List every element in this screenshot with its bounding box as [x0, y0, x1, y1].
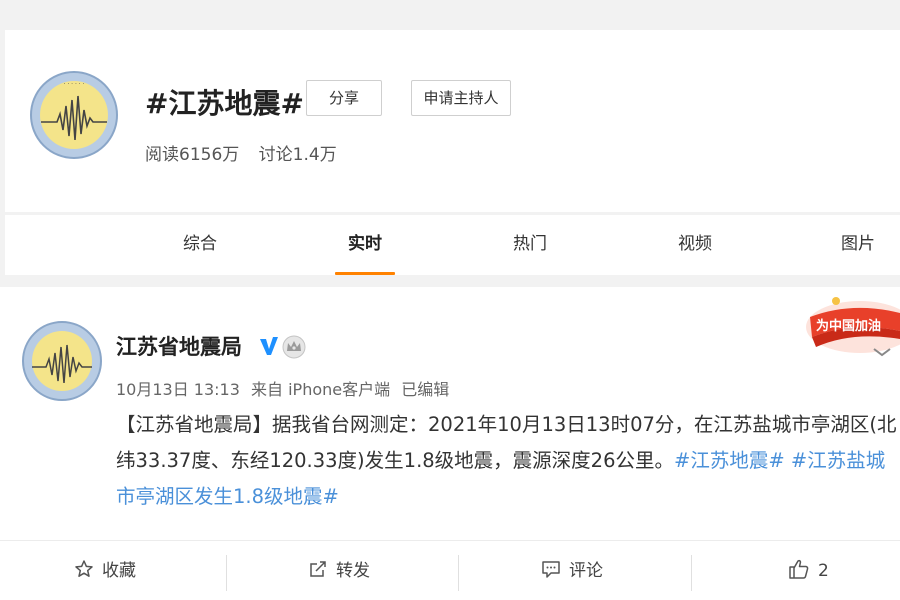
apply-host-button[interactable]: 申请主持人 — [411, 80, 511, 116]
author-name[interactable]: 江苏省地震局 — [116, 331, 242, 361]
post-action-bar: 收藏 转发 评论 2 — [0, 540, 900, 600]
badge-text: 为中国加油 — [816, 318, 881, 334]
post-source: 来自 iPhone客户端 — [251, 380, 391, 399]
tab-comprehensive[interactable]: 综合 — [165, 215, 235, 275]
crown-icon — [282, 335, 306, 359]
tab-realtime[interactable]: 实时 — [330, 215, 400, 275]
comment-icon — [542, 561, 560, 578]
comment-button[interactable]: 评论 — [541, 541, 603, 600]
author-avatar[interactable] — [22, 321, 102, 401]
tab-bar: 综合 实时 热门 视频 图片 — [5, 215, 900, 275]
seismograph-logo: · · · · · · — [30, 71, 118, 159]
star-icon — [75, 560, 93, 577]
post-body: 【江苏省地震局】据我省台网测定：2021年10月13日13时07分，在江苏盐城市… — [116, 407, 900, 515]
post-meta: 10月13日 13:13 来自 iPhone客户端 已编辑 — [116, 376, 455, 400]
favorite-button[interactable]: 收藏 — [74, 541, 136, 600]
edited-label: 已编辑 — [401, 380, 450, 399]
tab-hot[interactable]: 热门 — [495, 215, 565, 275]
share-button[interactable]: 分享 — [306, 80, 382, 116]
topic-header: · · · · · · #江苏地震# 分享 申请主持人 阅读6156万 讨论1.… — [5, 30, 900, 212]
svg-text:· · · · · ·: · · · · · · — [64, 81, 85, 88]
verified-icon — [260, 337, 278, 355]
tab-video[interactable]: 视频 — [660, 215, 730, 275]
divider — [226, 555, 227, 591]
cheer-china-badge: 为中国加油 — [806, 297, 900, 357]
repost-icon — [310, 561, 326, 577]
divider — [691, 555, 692, 591]
topic-title: #江苏地震# — [145, 87, 304, 120]
hashtag-jiangsu-earthquake[interactable]: #江苏地震# — [674, 449, 785, 472]
comment-label: 评论 — [569, 561, 603, 581]
tab-images[interactable]: 图片 — [823, 215, 893, 275]
thumbs-up-icon — [789, 559, 809, 579]
post-time[interactable]: 10月13日 13:13 — [116, 380, 240, 399]
repost-label: 转发 — [336, 561, 370, 581]
favorite-label: 收藏 — [102, 561, 136, 581]
repost-button[interactable]: 转发 — [308, 541, 370, 600]
like-count: 2 — [818, 561, 829, 581]
discussion-count: 讨论1.4万 — [258, 145, 337, 165]
read-count: 阅读6156万 — [145, 145, 240, 165]
like-button[interactable]: 2 — [788, 541, 829, 600]
divider — [458, 555, 459, 591]
topic-stats: 阅读6156万 讨论1.4万 — [145, 140, 337, 165]
